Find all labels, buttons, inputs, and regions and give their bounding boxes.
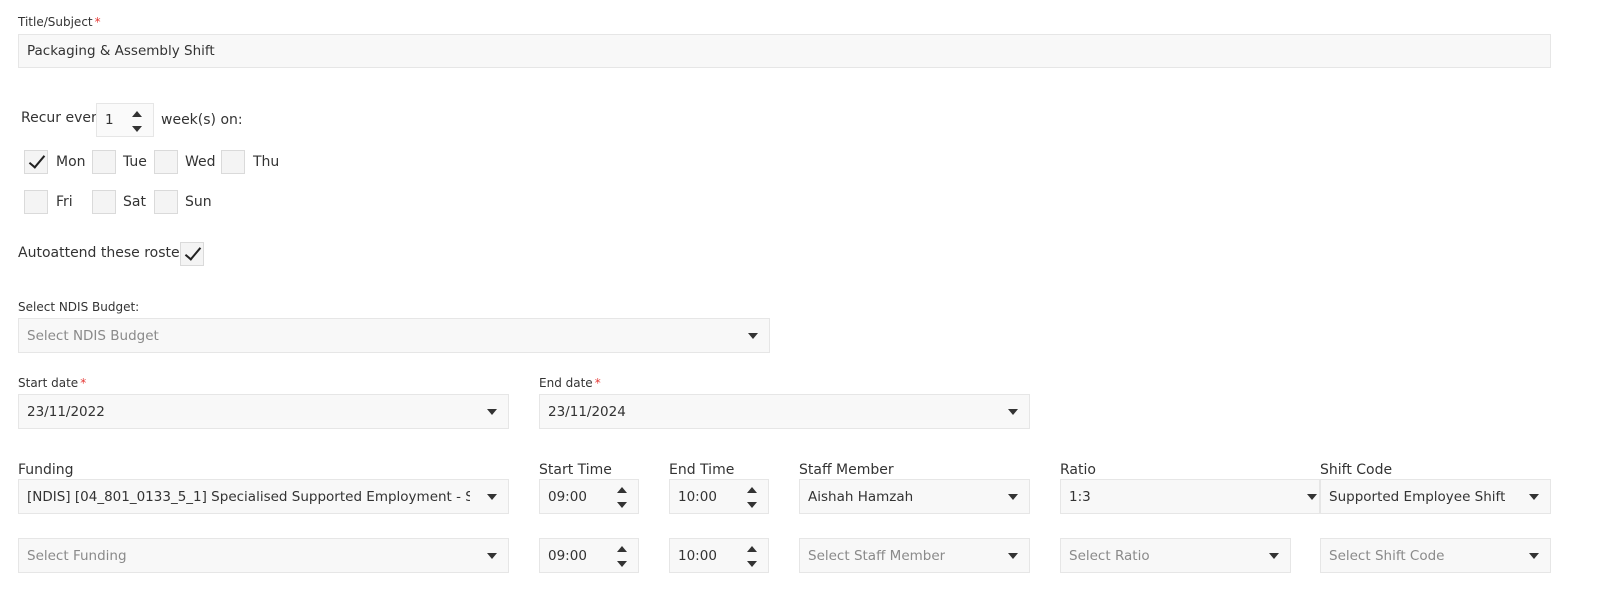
start-date-value: 23/11/2022 — [27, 403, 105, 420]
start-time-stepper[interactable]: 09:00 — [539, 538, 639, 573]
chevron-down-icon — [1307, 494, 1317, 500]
ratio-placeholder: Select Ratio — [1069, 547, 1150, 564]
funding-header: Funding — [18, 462, 74, 478]
checkmark-icon — [184, 243, 202, 261]
day-checkbox-wed[interactable] — [154, 150, 178, 174]
staff-member-header: Staff Member — [799, 462, 894, 478]
chevron-down-icon — [1529, 553, 1539, 559]
day-label-tue: Tue — [123, 154, 147, 170]
recur-interval-value: 1 — [105, 112, 114, 128]
title-label: Title/Subject * — [18, 15, 101, 29]
end-time-value: 10:00 — [678, 488, 717, 505]
shift-code-header: Shift Code — [1320, 462, 1393, 478]
chevron-down-icon — [487, 553, 497, 559]
autoattend-checkbox[interactable] — [180, 242, 204, 266]
stepper-down-icon[interactable] — [617, 502, 627, 508]
day-label-thu: Thu — [253, 154, 280, 170]
start-time-stepper[interactable]: 09:00 — [539, 479, 639, 514]
day-label-sun: Sun — [185, 194, 212, 210]
chevron-down-icon — [487, 409, 497, 415]
ratio-value: 1:3 — [1069, 488, 1091, 505]
chevron-down-icon — [1008, 494, 1018, 500]
end-date-picker[interactable]: 23/11/2024 — [539, 394, 1030, 429]
stepper-up-icon[interactable] — [747, 487, 757, 493]
staff-member-select[interactable]: Aishah Hamzah — [799, 479, 1030, 514]
chevron-down-icon — [487, 494, 497, 500]
day-label-wed: Wed — [185, 154, 216, 170]
recur-suffix-label: week(s) on: — [161, 112, 243, 128]
start-time-value: 09:00 — [548, 547, 587, 564]
title-input[interactable]: Packaging & Assembly Shift — [18, 34, 1551, 68]
end-time-value: 10:00 — [678, 547, 717, 564]
funding-select[interactable]: [NDIS] [04_801_0133_5_1] Specialised Sup… — [18, 479, 509, 514]
checkmark-icon — [28, 151, 46, 169]
day-checkbox-fri[interactable] — [24, 190, 48, 214]
shift-code-select[interactable]: Supported Employee Shift — [1320, 479, 1551, 514]
ratio-select[interactable]: Select Ratio — [1060, 538, 1291, 573]
stepper-up-icon[interactable] — [617, 546, 627, 552]
end-time-stepper[interactable]: 10:00 — [669, 538, 769, 573]
recur-interval-stepper[interactable]: 1 — [96, 103, 154, 137]
ndis-budget-label: Select NDIS Budget: — [18, 300, 140, 314]
start-date-picker[interactable]: 23/11/2022 — [18, 394, 509, 429]
stepper-up-icon[interactable] — [132, 111, 142, 117]
ndis-budget-placeholder: Select NDIS Budget — [27, 327, 159, 344]
staff-member-placeholder: Select Staff Member — [808, 547, 946, 564]
autoattend-label: Autoattend these rosters? — [18, 245, 201, 261]
chevron-down-icon — [1008, 409, 1018, 415]
stepper-up-icon[interactable] — [747, 546, 757, 552]
end-date-value: 23/11/2024 — [548, 403, 626, 420]
day-checkbox-sun[interactable] — [154, 190, 178, 214]
day-checkbox-thu[interactable] — [221, 150, 245, 174]
ratio-select[interactable]: 1:3 — [1060, 479, 1320, 514]
day-label-fri: Fri — [56, 194, 73, 210]
shift-code-placeholder: Select Shift Code — [1329, 547, 1445, 564]
funding-value: [NDIS] [04_801_0133_5_1] Specialised Sup… — [27, 488, 470, 505]
shift-code-value: Supported Employee Shift — [1329, 488, 1506, 505]
ratio-header: Ratio — [1060, 462, 1096, 478]
day-label-mon: Mon — [56, 154, 86, 170]
end-time-header: End Time — [669, 462, 735, 478]
day-checkbox-tue[interactable] — [92, 150, 116, 174]
stepper-up-icon[interactable] — [617, 487, 627, 493]
end-time-stepper[interactable]: 10:00 — [669, 479, 769, 514]
stepper-down-icon[interactable] — [132, 126, 142, 132]
staff-member-select[interactable]: Select Staff Member — [799, 538, 1030, 573]
staff-member-value: Aishah Hamzah — [808, 488, 914, 505]
stepper-down-icon[interactable] — [617, 561, 627, 567]
start-time-header: Start Time — [539, 462, 612, 478]
ndis-budget-select[interactable]: Select NDIS Budget — [18, 318, 770, 353]
start-date-label: Start date * — [18, 376, 87, 390]
funding-placeholder: Select Funding — [27, 547, 127, 564]
recur-every-label: Recur every — [21, 110, 106, 126]
funding-select[interactable]: Select Funding — [18, 538, 509, 573]
day-checkbox-sat[interactable] — [92, 190, 116, 214]
day-label-sat: Sat — [123, 194, 146, 210]
shift-code-select[interactable]: Select Shift Code — [1320, 538, 1551, 573]
chevron-down-icon — [1008, 553, 1018, 559]
end-date-label: End date * — [539, 376, 601, 390]
stepper-down-icon[interactable] — [747, 502, 757, 508]
day-checkbox-mon[interactable] — [24, 150, 48, 174]
start-time-value: 09:00 — [548, 488, 587, 505]
chevron-down-icon — [748, 333, 758, 339]
chevron-down-icon — [1269, 553, 1279, 559]
chevron-down-icon — [1529, 494, 1539, 500]
title-value: Packaging & Assembly Shift — [27, 43, 215, 59]
stepper-down-icon[interactable] — [747, 561, 757, 567]
